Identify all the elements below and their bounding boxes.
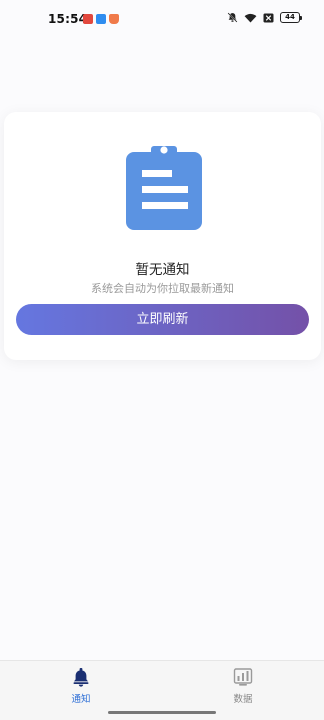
blue-app-icon xyxy=(96,14,106,24)
close-box-icon xyxy=(263,12,274,23)
orange-app-icon xyxy=(109,14,119,24)
empty-state-card: 暂无通知 系统会自动为你拉取最新通知 立即刷新 xyxy=(4,112,321,360)
battery-level: 44 xyxy=(285,13,295,21)
bar-chart-icon xyxy=(233,668,253,686)
bell-icon xyxy=(73,668,89,687)
app-screen: 15:54 44 暂无通知 系统会自动为你拉取最新通知 立即刷新 通知 数据 xyxy=(0,0,324,720)
status-time: 15:54 xyxy=(48,12,88,26)
clipboard-icon xyxy=(126,146,202,230)
tab-notifications[interactable]: 通知 xyxy=(51,667,111,705)
empty-state-subtitle: 系统会自动为你拉取最新通知 xyxy=(91,282,234,295)
mute-bell-icon xyxy=(227,12,238,23)
tab-data[interactable]: 数据 xyxy=(213,667,273,705)
battery-indicator: 44 xyxy=(280,12,302,23)
wifi-icon xyxy=(244,13,257,23)
status-bar: 15:54 44 xyxy=(0,0,324,40)
tab-notifications-label: 通知 xyxy=(71,694,91,705)
tab-data-label: 数据 xyxy=(233,694,253,705)
red-app-icon xyxy=(83,14,93,24)
refresh-button[interactable]: 立即刷新 xyxy=(16,304,309,335)
status-indicators: 44 xyxy=(227,12,302,23)
notification-app-icons xyxy=(83,14,119,24)
empty-state-title: 暂无通知 xyxy=(135,262,190,278)
home-indicator[interactable] xyxy=(108,711,216,714)
